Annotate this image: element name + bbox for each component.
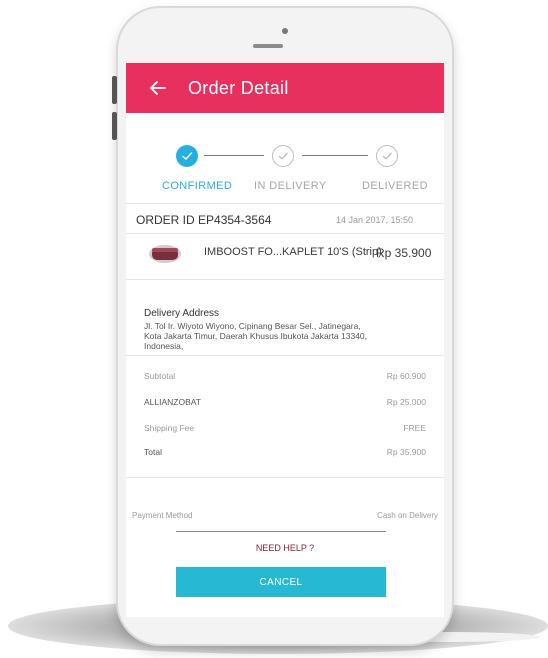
product-name: IMBOOST FO...KAPLET 10'S (Strip) [204, 246, 382, 258]
payment-method-value: Cash on Delivery [377, 511, 438, 520]
product-price: Rp 35.900 [376, 246, 432, 260]
divider [126, 355, 444, 356]
payment-method-label: Payment Method [132, 511, 193, 520]
summary-label: Shipping Fee [144, 423, 195, 433]
summary-label: Subtotal [144, 371, 176, 381]
phone-volume-up-button [112, 76, 117, 104]
step-delivered-check-icon [376, 145, 398, 167]
divider [126, 279, 444, 280]
arrow-left-icon[interactable] [148, 78, 168, 98]
summary-value: Rp 60.900 [386, 371, 426, 381]
delivery-address: Jl. Tol Ir. Wiyoto Wiyono, Cipinang Besa… [144, 321, 368, 351]
summary-label: ALLIANZOBAT [144, 397, 201, 407]
step-label-confirmed: CONFIRMED [162, 180, 233, 192]
order-id-value: EP4354-3564 [198, 213, 272, 227]
step-connector [204, 155, 264, 156]
need-help-link[interactable]: NEED HELP ? [126, 543, 444, 553]
product-title: IMBOOST FO...KAPLET 10'S [204, 246, 349, 258]
payment-method-row: Payment Method Cash on Delivery [132, 511, 438, 520]
step-label-in-delivery: IN DELIVERY [254, 180, 327, 192]
order-id: ORDER ID EP4354-3564 [136, 213, 271, 227]
summary-value: Rp 35.900 [386, 447, 426, 457]
cancel-button[interactable]: CANCEL [176, 567, 386, 597]
divider [126, 203, 444, 204]
app-bar: Order Detail [126, 63, 444, 113]
step-label-delivered: DELIVERED [362, 180, 428, 192]
summary-row-voucher: ALLIANZOBAT Rp 25.000 [144, 397, 426, 407]
summary-value: Rp 25.000 [386, 397, 426, 407]
summary-row-shipping: Shipping Fee FREE [144, 423, 426, 433]
phone-volume-down-button [112, 112, 117, 140]
order-date: 14 Jan 2017, 15:50 [336, 215, 414, 225]
order-id-label: ORDER ID [136, 213, 195, 227]
summary-row-total: Total Rp 35.900 [144, 447, 426, 457]
summary-row-subtotal: Subtotal Rp 60.900 [144, 371, 426, 381]
divider [126, 233, 444, 234]
front-camera [282, 28, 288, 34]
step-in-delivery-check-icon [272, 145, 294, 167]
product-image [149, 245, 181, 263]
summary-label: Total [144, 447, 162, 457]
divider [126, 477, 444, 478]
order-progress: CONFIRMED IN DELIVERY DELIVERED [126, 127, 444, 199]
phone-frame: Order Detail CONFIRMED IN DELIVERY DELIV… [112, 8, 452, 644]
summary-value: FREE [403, 423, 426, 433]
step-confirmed-check-icon [176, 145, 198, 167]
delivery-address-label: Delivery Address [144, 308, 220, 319]
earpiece-speaker [253, 44, 283, 48]
app-screen: Order Detail CONFIRMED IN DELIVERY DELIV… [126, 63, 444, 617]
help-separator [176, 531, 386, 532]
step-connector [302, 155, 368, 156]
page-title: Order Detail [188, 77, 289, 98]
